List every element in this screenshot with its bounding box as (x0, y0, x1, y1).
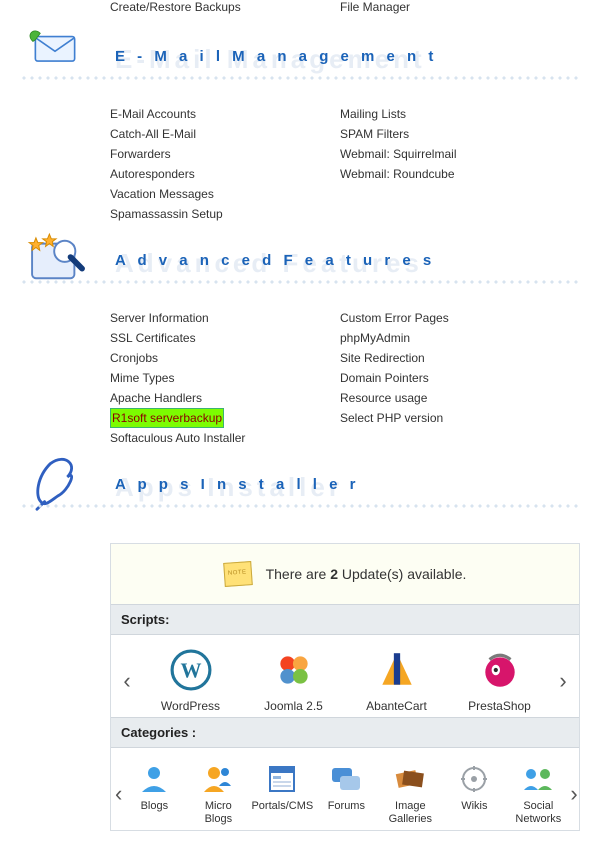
scripts-prev-arrow[interactable]: ‹ (115, 668, 139, 694)
categories-next-arrow[interactable]: › (570, 781, 577, 807)
advanced-links-left: Server InformationSSL CertificatesCronjo… (110, 308, 340, 448)
section-email: E-Mail Management E - M a i l M a n a g … (20, 30, 580, 224)
category-portals-cms[interactable]: Portals/CMS (250, 762, 314, 826)
email-title: E - M a i l M a n a g e m e n t (115, 48, 437, 65)
apps-icon (30, 458, 95, 523)
section-advanced: Advanced Features A d v a n c e d F e a … (20, 234, 580, 448)
link-custom-error-pages[interactable]: Custom Error Pages (340, 308, 570, 328)
link-site-redirection[interactable]: Site Redirection (340, 348, 570, 368)
script-joomla-2-5[interactable]: Joomla 2.5 (249, 649, 339, 713)
email-links-left: E-Mail AccountsCatch-All E-MailForwarder… (110, 104, 340, 224)
update-notice: There are 2 Update(s) available. (111, 544, 579, 604)
category-icon (265, 762, 299, 796)
category-micro-blogs[interactable]: MicroBlogs (186, 762, 250, 826)
category-wikis[interactable]: Wikis (442, 762, 506, 826)
link-vacation-messages[interactable]: Vacation Messages (110, 184, 340, 204)
script-wordpress[interactable]: W WordPress (146, 649, 236, 713)
link-domain-pointers[interactable]: Domain Pointers (340, 368, 570, 388)
section-apps: Apps Installer A p p s I n s t a l l e r… (20, 458, 580, 831)
category-social-networks[interactable]: SocialNetworks (506, 762, 570, 826)
link-phpmyadmin[interactable]: phpMyAdmin (340, 328, 570, 348)
category-label: MicroBlogs (186, 800, 250, 826)
link-ssl-certificates[interactable]: SSL Certificates (110, 328, 340, 348)
notice-count: 2 (330, 566, 338, 582)
apps-title: A p p s I n s t a l l e r (115, 476, 359, 493)
link-webmail-roundcube[interactable]: Webmail: Roundcube (340, 164, 570, 184)
category-label: Portals/CMS (250, 800, 314, 813)
scripts-heading: Scripts: (111, 604, 579, 635)
top-link-filemgr[interactable]: File Manager (340, 0, 410, 14)
link-mime-types[interactable]: Mime Types (110, 368, 340, 388)
link-catch-all-e-mail[interactable]: Catch-All E-Mail (110, 124, 340, 144)
script-icon (273, 649, 315, 691)
link-softaculous-auto-installer[interactable]: Softaculous Auto Installer (110, 428, 340, 448)
link-cronjobs[interactable]: Cronjobs (110, 348, 340, 368)
email-links-right: Mailing ListsSPAM FiltersWebmail: Squirr… (340, 104, 570, 224)
note-icon (223, 561, 253, 587)
scripts-carousel: ‹ W WordPress Joomla 2.5 AbanteCart PrestaSh… (111, 635, 579, 717)
top-link-backups[interactable]: Create/Restore Backups (110, 0, 241, 14)
scripts-next-arrow[interactable]: › (551, 668, 575, 694)
category-icon (329, 762, 363, 796)
script-icon: W (170, 649, 212, 691)
email-icon (30, 30, 95, 95)
script-icon (479, 649, 521, 691)
category-label: Forums (314, 800, 378, 813)
script-icon (376, 649, 418, 691)
link-webmail-squirrelmail[interactable]: Webmail: Squirrelmail (340, 144, 570, 164)
category-icon (521, 762, 555, 796)
link-forwarders[interactable]: Forwarders (110, 144, 340, 164)
advanced-icon (30, 234, 95, 299)
category-icon (457, 762, 491, 796)
link-mailing-lists[interactable]: Mailing Lists (340, 104, 570, 124)
category-label: Blogs (122, 800, 186, 813)
script-label: AbanteCart (352, 699, 442, 713)
link-e-mail-accounts[interactable]: E-Mail Accounts (110, 104, 340, 124)
category-icon (201, 762, 235, 796)
category-icon (393, 762, 427, 796)
category-label: Wikis (442, 800, 506, 813)
script-prestashop[interactable]: PrestaShop (455, 649, 545, 713)
advanced-title: A d v a n c e d F e a t u r e s (115, 252, 435, 269)
apps-installer-panel: There are 2 Update(s) available. Scripts… (110, 543, 580, 831)
category-icon (137, 762, 171, 796)
svg-text:W: W (180, 658, 201, 682)
link-spam-filters[interactable]: SPAM Filters (340, 124, 570, 144)
category-forums[interactable]: Forums (314, 762, 378, 826)
link-server-information[interactable]: Server Information (110, 308, 340, 328)
category-label: ImageGalleries (378, 800, 442, 826)
notice-text-pre: There are (266, 566, 331, 582)
categories-heading: Categories : (111, 717, 579, 748)
script-label: WordPress (146, 699, 236, 713)
link-autoresponders[interactable]: Autoresponders (110, 164, 340, 184)
link-spamassassin-setup[interactable]: Spamassassin Setup (110, 204, 340, 224)
script-label: PrestaShop (455, 699, 545, 713)
notice-text-post: Update(s) available. (338, 566, 466, 582)
category-image-galleries[interactable]: ImageGalleries (378, 762, 442, 826)
script-label: Joomla 2.5 (249, 699, 339, 713)
link-apache-handlers[interactable]: Apache Handlers (110, 388, 340, 408)
script-abantecart[interactable]: AbanteCart (352, 649, 442, 713)
link-resource-usage[interactable]: Resource usage (340, 388, 570, 408)
category-blogs[interactable]: Blogs (122, 762, 186, 826)
category-label: SocialNetworks (506, 800, 570, 826)
link-r1soft-serverbackup[interactable]: R1soft serverbackup (110, 408, 224, 428)
advanced-links-right: Custom Error PagesphpMyAdminSite Redirec… (340, 308, 570, 448)
link-select-php-version[interactable]: Select PHP version (340, 408, 570, 428)
categories-prev-arrow[interactable]: ‹ (115, 781, 122, 807)
categories-carousel: ‹ BlogsMicroBlogsPortals/CMSForumsImageG… (111, 748, 579, 830)
